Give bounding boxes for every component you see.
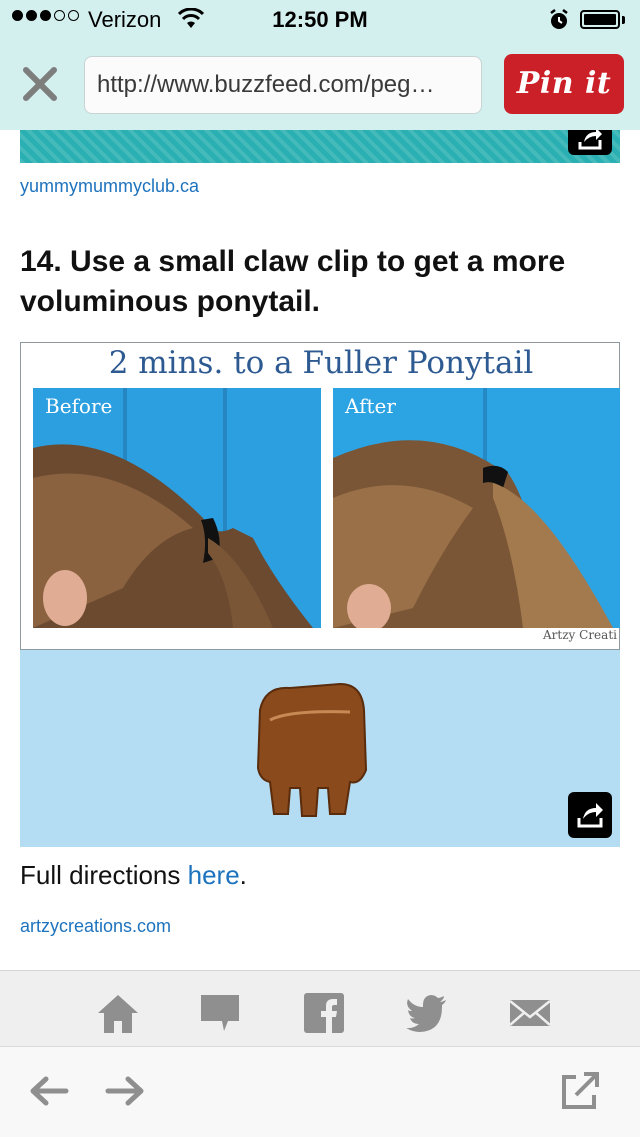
source-link-previous[interactable]: yummymummyclub.ca	[20, 176, 199, 197]
claw-clip-icon	[256, 682, 368, 817]
after-photo: After	[333, 388, 620, 628]
clock: 12:50 PM	[272, 7, 368, 32]
before-label: Before	[45, 394, 113, 418]
image-watermark: Artzy Creati	[543, 628, 617, 642]
battery-tip	[622, 16, 625, 24]
directions-period: .	[239, 860, 247, 890]
open-external-icon[interactable]	[558, 1069, 602, 1113]
ponytail-collage: 2 mins. to a Fuller Ponytail Before Afte…	[20, 342, 620, 650]
share-bar	[0, 970, 640, 1047]
image-title: 2 mins. to a Fuller Ponytail	[108, 345, 534, 381]
source-link[interactable]: artzycreations.com	[20, 916, 171, 937]
directions-label: Full directions	[20, 860, 188, 890]
back-arrow-icon[interactable]	[26, 1069, 70, 1113]
browser-toolbar: http://www.buzzfeed.com/peg… Pin it	[0, 40, 640, 130]
pin-it-button[interactable]: Pin it	[504, 54, 624, 114]
url-field[interactable]: http://www.buzzfeed.com/peg…	[84, 56, 482, 114]
close-icon[interactable]	[18, 62, 62, 106]
before-photo: Before	[33, 388, 321, 628]
share-icon[interactable]	[568, 792, 612, 838]
browser-nav-bar	[0, 1046, 640, 1137]
claw-clip-photo	[20, 650, 620, 847]
alarm-icon	[550, 9, 568, 29]
article-content: yummymummyclub.ca 14. Use a small claw c…	[0, 130, 640, 970]
item-heading: 14. Use a small claw clip to get a more …	[20, 245, 566, 318]
twitter-icon[interactable]	[404, 991, 448, 1035]
facebook-icon[interactable]	[302, 991, 346, 1035]
forward-arrow-icon[interactable]	[104, 1069, 148, 1113]
mail-icon[interactable]	[508, 991, 552, 1035]
home-icon[interactable]	[96, 991, 140, 1035]
previous-image	[20, 130, 620, 163]
directions-text: Full directions here.	[20, 860, 247, 891]
directions-link[interactable]: here	[188, 860, 240, 890]
share-icon[interactable]	[568, 130, 612, 155]
battery-icon	[580, 10, 620, 29]
article-image: 2 mins. to a Fuller Ponytail Before Afte…	[20, 342, 620, 847]
after-label: After	[345, 394, 396, 418]
status-bar: Verizon 12:50 PM	[0, 0, 640, 40]
comment-icon[interactable]	[198, 991, 242, 1035]
